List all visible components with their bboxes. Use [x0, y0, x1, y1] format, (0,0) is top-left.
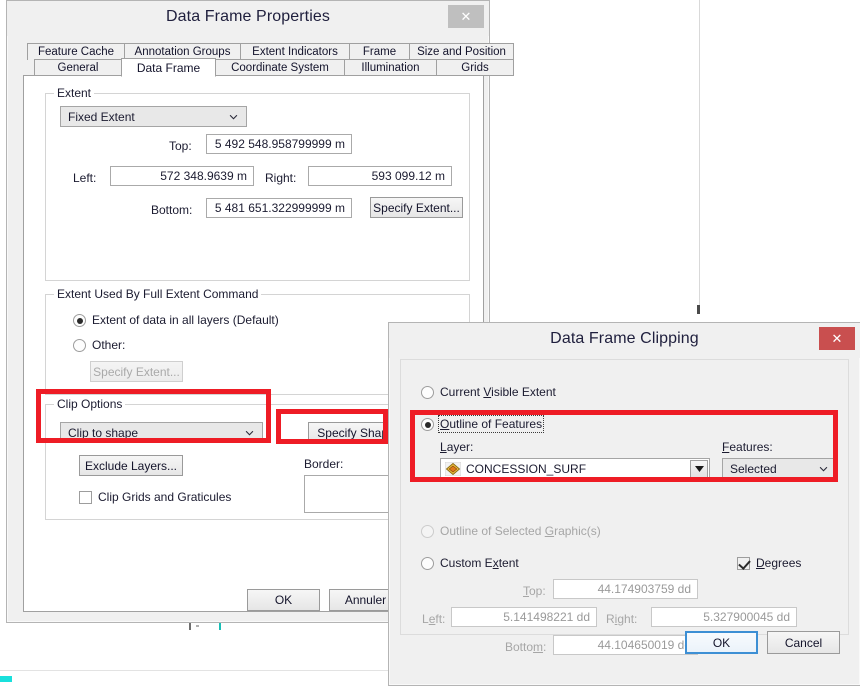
layer-combo[interactable]: CONCESSION_SURF	[440, 458, 710, 480]
chevron-down-icon	[819, 466, 828, 472]
extent-right-label: Right:	[265, 171, 297, 185]
polygon-layer-icon	[445, 462, 461, 476]
custom-left-field[interactable]: 5.141498221 dd	[451, 607, 597, 627]
clipping-dialog-title: Data Frame Clipping	[550, 330, 699, 347]
layer-label: Layer:	[440, 440, 474, 454]
clipping-content-panel: Current Visible Extent Outline of Featur…	[400, 359, 849, 655]
close-icon[interactable]: ✕	[819, 327, 855, 350]
clip-options-group-label: Clip Options	[54, 397, 126, 411]
extent-right-field[interactable]: 593 099.12 m	[308, 166, 452, 186]
chevron-down-icon	[245, 430, 254, 436]
degrees-checkbox[interactable]	[737, 557, 750, 570]
background-tick-mark	[189, 622, 191, 630]
radio-outline-of-features-label: Outline of Features	[437, 415, 545, 433]
radio-outline-selected-graphics[interactable]	[421, 525, 434, 538]
background-map-teal-shape	[0, 676, 12, 682]
tab-illumination[interactable]: Illumination	[344, 59, 437, 76]
radio-current-visible-extent-label: Current Visible Extent	[440, 385, 556, 399]
main-dialog-title: Data Frame Properties	[166, 8, 330, 25]
clipping-dialog-titlebar: Data Frame Clipping ✕	[389, 323, 860, 358]
full-extent-group-label: Extent Used By Full Extent Command	[54, 287, 262, 301]
custom-top-field[interactable]: 44.174903759 dd	[553, 579, 698, 599]
clip-mode-value: Clip to shape	[68, 425, 139, 440]
radio-extent-other-label: Other:	[92, 338, 126, 352]
background-cursor-mark	[697, 305, 700, 314]
clipping-cancel-button[interactable]: Cancel	[767, 631, 840, 654]
custom-top-label: Top:	[523, 584, 546, 598]
features-value: Selected	[730, 462, 777, 476]
custom-bottom-field[interactable]: 44.104650019 dd	[553, 635, 698, 655]
custom-left-label: Left:	[422, 612, 446, 626]
custom-bottom-label: Bottom:	[505, 640, 547, 654]
extent-mode-value: Fixed Extent	[68, 109, 135, 124]
extent-bottom-label: Bottom:	[151, 203, 193, 217]
custom-right-label: Right:	[606, 612, 638, 626]
degrees-label: Degrees	[756, 556, 802, 570]
close-icon[interactable]: ✕	[448, 5, 484, 28]
features-combo[interactable]: Selected	[722, 458, 837, 480]
tab-feature-cache[interactable]: Feature Cache	[27, 43, 125, 60]
extent-bottom-field[interactable]: 5 481 651.322999999 m	[206, 198, 352, 218]
radio-extent-other[interactable]	[73, 339, 86, 352]
extent-top-field[interactable]: 5 492 548.958799999 m	[206, 134, 352, 154]
exclude-layers-button[interactable]: Exclude Layers...	[79, 455, 183, 476]
tabstrip: Feature Cache Annotation Groups Extent I…	[23, 43, 514, 77]
radio-current-visible-extent[interactable]	[421, 386, 434, 399]
data-frame-clipping-dialog: Data Frame Clipping ✕ Current Visible Ex…	[388, 322, 860, 686]
tab-frame[interactable]: Frame	[349, 43, 410, 60]
border-label: Border:	[304, 457, 344, 471]
features-label: Features:	[722, 440, 773, 454]
specify-extent-button[interactable]: Specify Extent...	[370, 197, 463, 218]
tab-data-frame[interactable]: Data Frame	[121, 58, 216, 77]
clip-grids-label: Clip Grids and Graticules	[98, 490, 232, 504]
tab-coordinate-system[interactable]: Coordinate System	[215, 59, 345, 76]
layer-combo-dropdown-button[interactable]	[690, 460, 708, 478]
layer-value: CONCESSION_SURF	[466, 462, 587, 476]
radio-outline-of-features[interactable]	[421, 418, 434, 431]
extent-left-field[interactable]: 572 348.9639 m	[110, 166, 254, 186]
tab-general[interactable]: General	[34, 59, 122, 76]
background-dot-mark	[196, 625, 199, 627]
extent-mode-combo[interactable]: Fixed Extent	[60, 106, 247, 127]
radio-custom-extent[interactable]	[421, 557, 434, 570]
background-guide-line	[699, 0, 700, 310]
full-extent-specify-extent-button[interactable]: Specify Extent...	[90, 361, 183, 382]
custom-right-field[interactable]: 5.327900045 dd	[651, 607, 797, 627]
tab-grids[interactable]: Grids	[436, 59, 514, 76]
radio-extent-all-layers-label: Extent of data in all layers (Default)	[92, 313, 279, 327]
main-ok-button[interactable]: OK	[247, 589, 320, 611]
radio-outline-selected-graphics-label: Outline of Selected Graphic(s)	[440, 524, 601, 538]
extent-left-label: Left:	[73, 171, 97, 185]
radio-custom-extent-label: Custom Extent	[440, 556, 519, 570]
chevron-down-icon	[229, 114, 238, 120]
clip-mode-combo[interactable]: Clip to shape	[60, 422, 263, 443]
background-teal-mark	[219, 622, 221, 630]
tab-extent-indicators[interactable]: Extent Indicators	[240, 43, 350, 60]
extent-group-label: Extent	[54, 86, 95, 100]
extent-group: Extent Fixed Extent Top: 5 492 548.95879…	[45, 86, 470, 281]
clip-grids-checkbox[interactable]	[79, 491, 92, 504]
clipping-ok-button[interactable]: OK	[685, 631, 758, 654]
radio-extent-all-layers[interactable]	[73, 314, 86, 327]
caret-down-icon	[694, 466, 704, 472]
tab-size-and-position[interactable]: Size and Position	[409, 43, 514, 60]
extent-top-label: Top:	[169, 139, 192, 153]
main-dialog-titlebar: Data Frame Properties ✕	[7, 1, 489, 36]
